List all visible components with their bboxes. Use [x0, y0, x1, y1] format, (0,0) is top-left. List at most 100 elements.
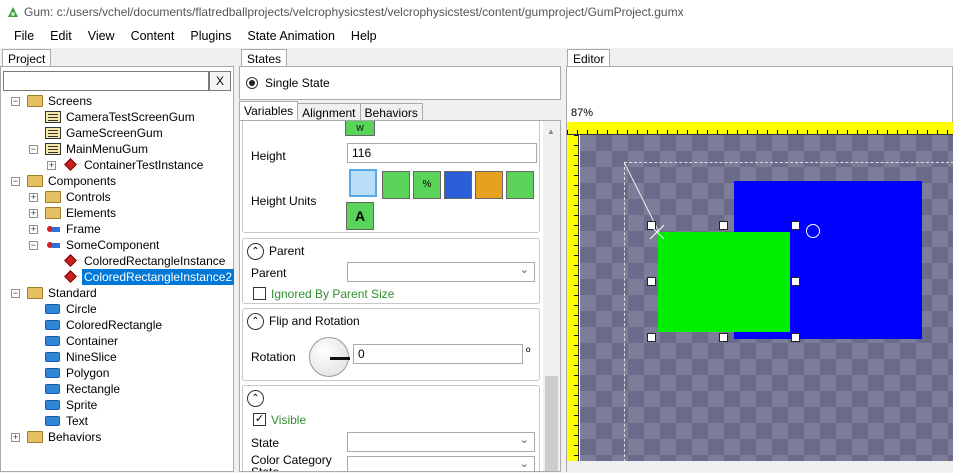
- resize-handle-br[interactable]: [791, 333, 800, 342]
- tree-node-label[interactable]: Polygon: [64, 365, 111, 381]
- tree-node[interactable]: Polygon: [1, 365, 233, 381]
- tree-node-label[interactable]: ContainerTestInstance: [82, 157, 205, 173]
- tree-node-label[interactable]: ColoredRectangle: [64, 317, 164, 333]
- menu-state-animation[interactable]: State Animation: [239, 29, 343, 43]
- tree-node[interactable]: + Controls: [1, 189, 233, 205]
- tree-node-label[interactable]: Text: [64, 413, 90, 429]
- tree-node[interactable]: + ContainerTestInstance: [1, 157, 233, 173]
- tree-node[interactable]: CameraTestScreenGum: [1, 109, 233, 125]
- resize-handle-bl[interactable]: [647, 333, 656, 342]
- tree-node-label[interactable]: Circle: [64, 301, 99, 317]
- tab-project[interactable]: Project: [2, 49, 52, 67]
- menu-edit[interactable]: Edit: [42, 29, 80, 43]
- rotation-handle-icon[interactable]: [806, 224, 820, 238]
- height-units-relative-icon[interactable]: [382, 171, 410, 199]
- tree-node-label[interactable]: ColoredRectangleInstance: [82, 253, 227, 269]
- tree-node[interactable]: Rectangle: [1, 381, 233, 397]
- menu-help[interactable]: Help: [343, 29, 385, 43]
- resize-handle-b[interactable]: [719, 333, 728, 342]
- scroll-thumb[interactable]: [545, 376, 558, 471]
- tree-node[interactable]: ColoredRectangle: [1, 317, 233, 333]
- left-ruler[interactable]: [567, 135, 579, 473]
- tree-node-label[interactable]: Standard: [46, 285, 99, 301]
- tree-node[interactable]: GameScreenGum: [1, 125, 233, 141]
- colored-rectangle-instance2[interactable]: [658, 232, 790, 332]
- tree-node-label[interactable]: Components: [46, 173, 118, 189]
- tree-node[interactable]: − Components: [1, 173, 233, 189]
- tree-node-label[interactable]: Sprite: [64, 397, 99, 413]
- state-select[interactable]: [347, 432, 535, 452]
- tree-node[interactable]: − MainMenuGum: [1, 141, 233, 157]
- expand-icon[interactable]: +: [47, 161, 56, 170]
- tree-node[interactable]: + Frame: [1, 221, 233, 237]
- expand-icon[interactable]: +: [11, 433, 20, 442]
- collapse-flip-icon[interactable]: ⌃: [247, 313, 264, 330]
- parent-select[interactable]: [347, 262, 535, 282]
- collapse-parent-icon[interactable]: ⌃: [247, 243, 264, 260]
- tree-node[interactable]: Sprite: [1, 397, 233, 413]
- resize-handle-l[interactable]: [647, 277, 656, 286]
- tab-states[interactable]: States: [241, 49, 288, 67]
- collapse-icon[interactable]: −: [29, 145, 38, 154]
- visible-checkbox[interactable]: ✓: [253, 413, 266, 426]
- ignored-by-parent-checkbox[interactable]: [253, 287, 266, 300]
- color-category-select[interactable]: [347, 456, 535, 471]
- tree-node-label[interactable]: Frame: [64, 221, 103, 237]
- tab-editor[interactable]: Editor: [567, 49, 611, 67]
- tree-node-label[interactable]: SomeComponent: [64, 237, 161, 253]
- top-ruler[interactable]: [567, 122, 953, 135]
- tab-alignment[interactable]: Alignment: [297, 103, 361, 121]
- tree-node-label[interactable]: CameraTestScreenGum: [64, 109, 197, 125]
- tree-node[interactable]: Container: [1, 333, 233, 349]
- menu-content[interactable]: Content: [123, 29, 183, 43]
- height-units-text-icon[interactable]: A: [346, 202, 374, 230]
- collapse-icon[interactable]: −: [11, 177, 20, 186]
- project-search-input[interactable]: [3, 71, 209, 91]
- tree-node-label[interactable]: Elements: [64, 205, 118, 221]
- tree-node[interactable]: + Elements: [1, 205, 233, 221]
- height-units-children-icon[interactable]: [475, 171, 503, 199]
- tree-node-label[interactable]: Rectangle: [64, 381, 122, 397]
- tree-node-label[interactable]: Container: [64, 333, 120, 349]
- tab-variables[interactable]: Variables: [239, 101, 299, 121]
- tree-node-label[interactable]: ColoredRectangleInstance2: [82, 269, 235, 285]
- tree-node[interactable]: ColoredRectangleInstance2: [1, 269, 235, 285]
- tree-node[interactable]: − Standard: [1, 285, 233, 301]
- tree-node[interactable]: ColoredRectangleInstance: [1, 253, 233, 269]
- height-units-container-icon[interactable]: [444, 171, 472, 199]
- tree-node[interactable]: − Screens: [1, 93, 233, 109]
- collapse-visibility-icon[interactable]: ⌃: [247, 390, 264, 407]
- clear-search-button[interactable]: X: [209, 71, 231, 91]
- tree-node[interactable]: − SomeComponent: [1, 237, 233, 253]
- rotation-dial[interactable]: [309, 337, 350, 377]
- height-units-percent-icon[interactable]: %: [413, 171, 441, 199]
- resize-handle-t[interactable]: [719, 221, 728, 230]
- editor-hscrollbar[interactable]: [567, 461, 953, 473]
- tree-node[interactable]: + Behaviors: [1, 429, 233, 445]
- height-units-absolute-icon[interactable]: [349, 169, 377, 197]
- expand-icon[interactable]: +: [29, 209, 38, 218]
- menu-view[interactable]: View: [80, 29, 123, 43]
- expand-icon[interactable]: +: [29, 225, 38, 234]
- tree-node-label[interactable]: MainMenuGum: [64, 141, 150, 157]
- tree-node-label[interactable]: Controls: [64, 189, 113, 205]
- width-units-icon[interactable]: W: [345, 121, 375, 136]
- collapse-icon[interactable]: −: [11, 97, 20, 106]
- tree-node[interactable]: NineSlice: [1, 349, 233, 365]
- menu-plugins[interactable]: Plugins: [182, 29, 239, 43]
- height-units-ratio-icon[interactable]: [506, 171, 534, 199]
- tree-node-label[interactable]: Screens: [46, 93, 94, 109]
- height-input[interactable]: 116: [347, 143, 537, 163]
- tab-behaviors[interactable]: Behaviors: [359, 103, 423, 121]
- expand-icon[interactable]: +: [29, 193, 38, 202]
- tree-node-label[interactable]: NineSlice: [64, 349, 119, 365]
- resize-handle-tr[interactable]: [791, 221, 800, 230]
- tree-node[interactable]: Text: [1, 413, 233, 429]
- rotation-input[interactable]: 0: [353, 344, 523, 364]
- collapse-icon[interactable]: −: [29, 241, 38, 250]
- collapse-icon[interactable]: −: [11, 289, 20, 298]
- scroll-up-icon[interactable]: ▲: [547, 127, 555, 136]
- tree-node-label[interactable]: GameScreenGum: [64, 125, 165, 141]
- tree-node-label[interactable]: Behaviors: [46, 429, 103, 445]
- menu-file[interactable]: File: [6, 29, 42, 43]
